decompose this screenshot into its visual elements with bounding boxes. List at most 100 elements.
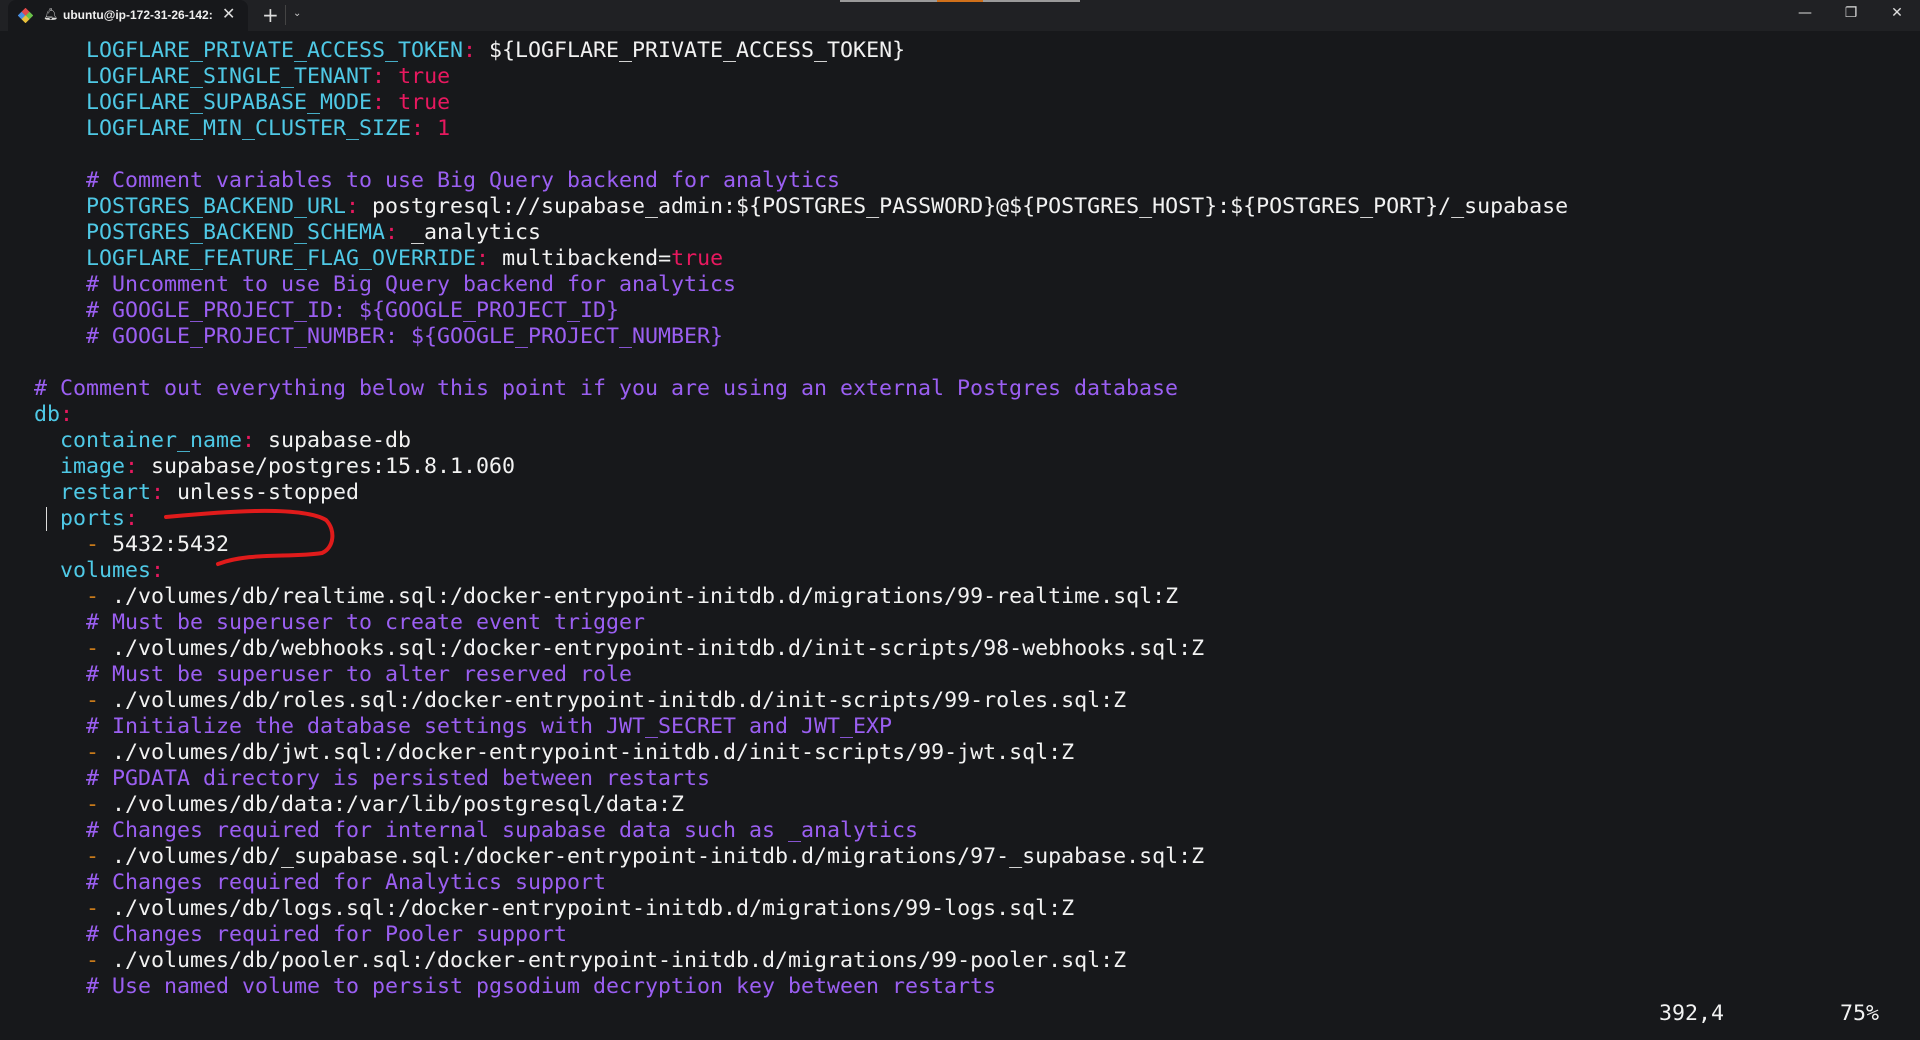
code-token-dash: - bbox=[86, 740, 100, 765]
code-token-comment: # Must be superuser to alter reserved ro… bbox=[86, 662, 633, 687]
code-line: # Must be superuser to alter reserved ro… bbox=[34, 662, 1920, 688]
code-line: image: supabase/postgres:15.8.1.060 bbox=[34, 454, 1920, 480]
code-token-val: supabase/postgres:15.8.1.060 bbox=[138, 454, 516, 479]
code-token-comment: # Changes required for Pooler support bbox=[86, 922, 568, 947]
code-line: - ./volumes/db/realtime.sql:/docker-entr… bbox=[34, 584, 1920, 610]
code-token-val: ./volumes/db/jwt.sql:/docker-entrypoint-… bbox=[99, 740, 1075, 765]
maximize-button[interactable]: ❐ bbox=[1836, 5, 1866, 21]
code-token-dash: - bbox=[86, 948, 100, 973]
code-token-key: volumes bbox=[60, 558, 152, 583]
code-line: # Initialize the database settings with … bbox=[34, 714, 1920, 740]
code-line: LOGFLARE_SINGLE_TENANT: true bbox=[34, 64, 1920, 90]
code-line: # Uncomment to use Big Query backend for… bbox=[34, 272, 1920, 298]
code-token-bool: 1 bbox=[437, 116, 451, 141]
code-line: # Comment variables to use Big Query bac… bbox=[34, 168, 1920, 194]
code-token-val: postgresql://supabase_admin:${POSTGRES_P… bbox=[359, 194, 1569, 219]
indent-guide bbox=[46, 507, 47, 531]
code-line: # GOOGLE_PROJECT_ID: ${GOOGLE_PROJECT_ID… bbox=[34, 298, 1920, 324]
code-line: # Changes required for Pooler support bbox=[34, 922, 1920, 948]
code-line: # Must be superuser to create event trig… bbox=[34, 610, 1920, 636]
code-token-comment: # Changes required for Analytics support bbox=[86, 870, 607, 895]
code-line: restart: unless-stopped bbox=[34, 480, 1920, 506]
code-token-dash: - bbox=[86, 532, 100, 557]
code-token-punct: : bbox=[151, 480, 165, 505]
code-line: - ./volumes/db/pooler.sql:/docker-entryp… bbox=[34, 948, 1920, 974]
code-line: - ./volumes/db/roles.sql:/docker-entrypo… bbox=[34, 688, 1920, 714]
code-token-key: restart bbox=[60, 480, 152, 505]
code-token-val: ./volumes/db/pooler.sql:/docker-entrypoi… bbox=[99, 948, 1127, 973]
code-line: # Use named volume to persist pgsodium d… bbox=[34, 974, 1920, 1000]
code-token-punct: : bbox=[372, 90, 386, 115]
code-token-key: LOGFLARE_MIN_CLUSTER_SIZE bbox=[86, 116, 412, 141]
code-line: - ./volumes/db/webhooks.sql:/docker-entr… bbox=[34, 636, 1920, 662]
code-token-val: supabase-db bbox=[255, 428, 412, 453]
code-line: # GOOGLE_PROJECT_NUMBER: ${GOOGLE_PROJEC… bbox=[34, 324, 1920, 350]
code-token-val: ./volumes/db/realtime.sql:/docker-entryp… bbox=[99, 584, 1179, 609]
tab-dropdown-chevron-icon[interactable]: ⌄ bbox=[293, 8, 301, 19]
top-indicator-accent bbox=[937, 0, 983, 2]
code-token-key: db bbox=[34, 402, 61, 427]
code-line: LOGFLARE_FEATURE_FLAG_OVERRIDE: multibac… bbox=[34, 246, 1920, 272]
code-token-key: LOGFLARE_SINGLE_TENANT bbox=[86, 64, 373, 89]
code-token-comment: # GOOGLE_PROJECT_NUMBER: ${GOOGLE_PROJEC… bbox=[86, 324, 724, 349]
code-token-punct: : bbox=[60, 402, 74, 427]
code-line: LOGFLARE_PRIVATE_ACCESS_TOKEN: ${LOGFLAR… bbox=[34, 38, 1920, 64]
code-line: - ./volumes/db/_supabase.sql:/docker-ent… bbox=[34, 844, 1920, 870]
code-token-key: ports bbox=[60, 506, 126, 531]
code-token-bool: true bbox=[398, 90, 451, 115]
close-window-button[interactable]: ✕ bbox=[1882, 5, 1912, 21]
bell-icon: 🔔︎ bbox=[43, 7, 59, 21]
new-tab-button[interactable]: + bbox=[262, 3, 279, 27]
cursor-position: 392,4 bbox=[1659, 1001, 1725, 1026]
code-line: ports: bbox=[34, 506, 1920, 532]
code-token-punct: : bbox=[372, 64, 386, 89]
code-token-val: ./volumes/db/webhooks.sql:/docker-entryp… bbox=[99, 636, 1205, 661]
code-token-val: 5432:5432 bbox=[99, 532, 230, 557]
terminal-tab[interactable]: 🔔︎ ubuntu@ip-172-31-26-142: ✕ bbox=[8, 0, 248, 31]
terminal-editor[interactable]: LOGFLARE_PRIVATE_ACCESS_TOKEN: ${LOGFLAR… bbox=[34, 38, 1920, 1000]
code-token-key: POSTGRES_BACKEND_SCHEMA bbox=[86, 220, 386, 245]
code-token-punct: : bbox=[125, 506, 139, 531]
code-token-punct: : bbox=[476, 246, 490, 271]
divider bbox=[285, 5, 286, 25]
code-token-dash: - bbox=[86, 584, 100, 609]
code-token-key: LOGFLARE_FEATURE_FLAG_OVERRIDE bbox=[86, 246, 477, 271]
code-line: - ./volumes/db/data:/var/lib/postgresql/… bbox=[34, 792, 1920, 818]
code-token-val: multibackend= bbox=[489, 246, 672, 271]
code-token-punct: : bbox=[463, 38, 477, 63]
code-token-dash: - bbox=[86, 792, 100, 817]
code-token-comment: # Comment out everything below this poin… bbox=[34, 376, 1179, 401]
code-token-dash: - bbox=[86, 844, 100, 869]
close-tab-icon[interactable]: ✕ bbox=[222, 4, 235, 23]
tab-title: ubuntu@ip-172-31-26-142: bbox=[63, 8, 213, 22]
code-line: container_name: supabase-db bbox=[34, 428, 1920, 454]
code-token-bool: true bbox=[671, 246, 724, 271]
minimize-button[interactable]: — bbox=[1790, 5, 1820, 21]
code-token-comment: # Initialize the database settings with … bbox=[86, 714, 893, 739]
code-token-punct: : bbox=[125, 454, 139, 479]
